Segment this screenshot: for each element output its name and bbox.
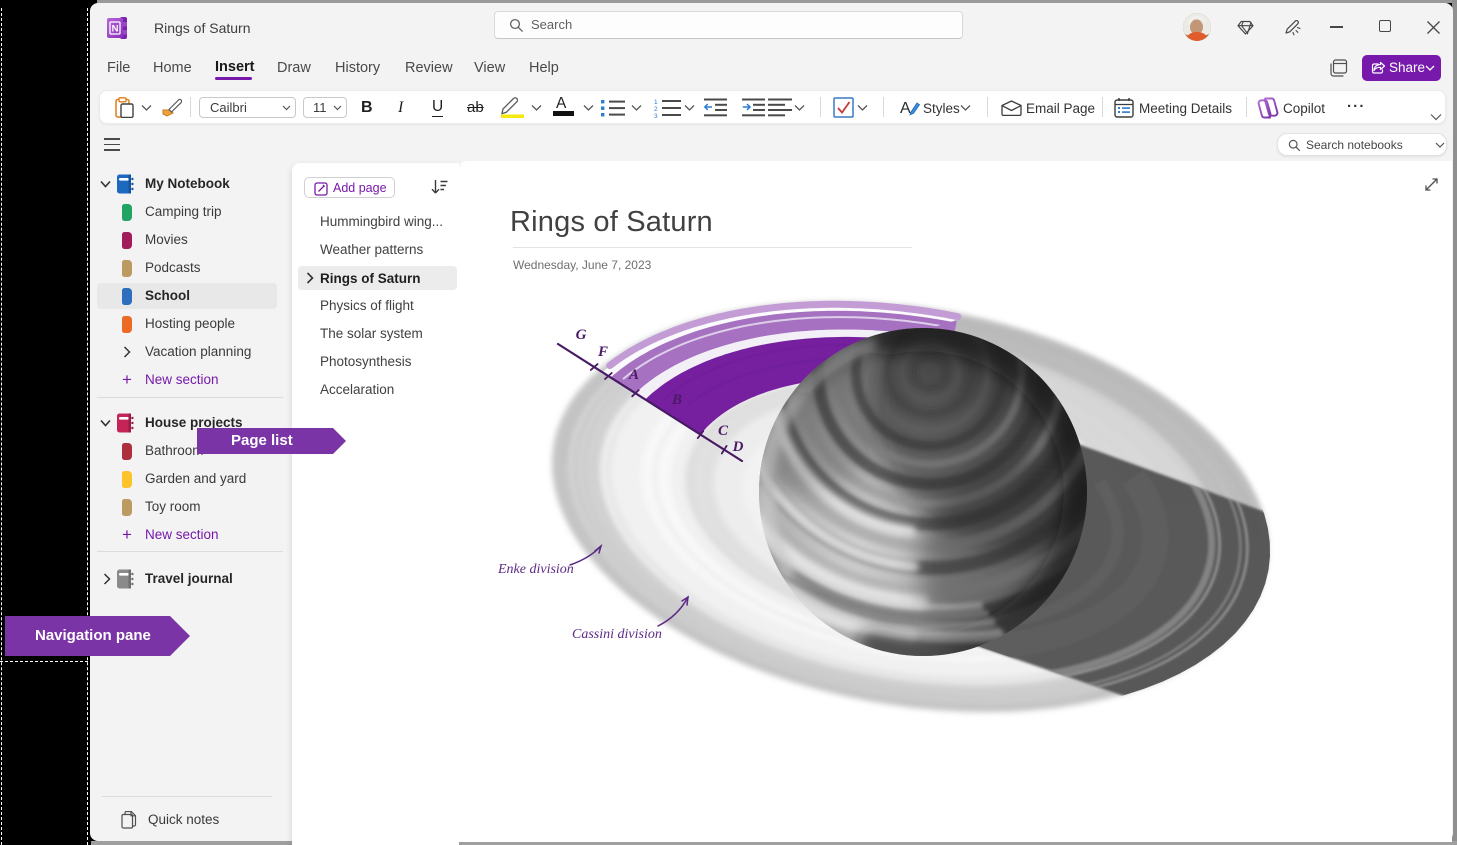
svg-text:A: A	[900, 100, 911, 117]
svg-text:A: A	[628, 367, 639, 383]
svg-text:1: 1	[654, 99, 658, 106]
svg-text:3: 3	[654, 113, 658, 118]
svg-text:C: C	[718, 423, 729, 439]
svg-text:Enke division: Enke division	[497, 562, 574, 577]
svg-text:2: 2	[654, 106, 658, 113]
svg-text:Cassini division: Cassini division	[572, 627, 662, 642]
svg-text:B: B	[671, 392, 682, 408]
svg-text:F: F	[597, 344, 608, 360]
svg-text:N: N	[112, 24, 119, 35]
svg-text:D: D	[732, 439, 744, 455]
svg-text:G: G	[576, 327, 587, 343]
